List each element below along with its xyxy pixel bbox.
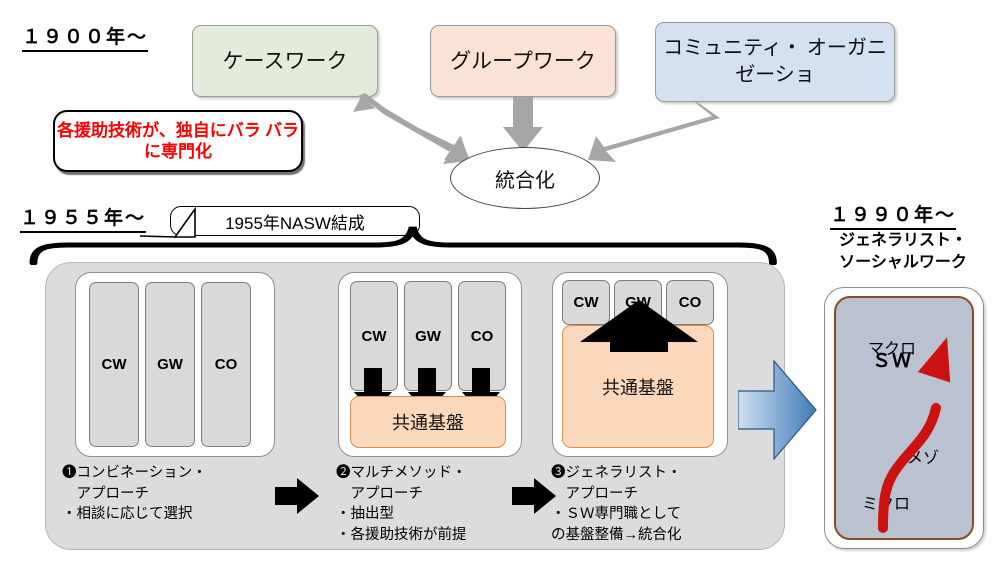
arrow-groupwork (503, 97, 543, 152)
stage-3-caption: ❸ジェネラリスト・ アプローチ ・ＳＷ専門職として の基盤整備→統合化 (551, 465, 682, 543)
stage-3-common-base: 共通基盤 (562, 325, 714, 448)
scale-label-micro: ミクロ (862, 496, 911, 513)
stage-1-chip-cw: CW (89, 282, 139, 447)
era-label-1990: １９９０年～ (830, 200, 957, 230)
stage-3-chip-cw: CW (562, 280, 610, 325)
era-label-1955: １９５５年～ (20, 203, 147, 233)
stage-1-chip-co: CO (201, 282, 251, 447)
stage-1-chip-gw: GW (145, 282, 195, 447)
stage-3-chip-gw: GW (614, 280, 662, 325)
red-note-callout: 各援助技術が、独自にバラ バラに専門化 (53, 110, 303, 172)
integration-ellipse: 統合化 (450, 147, 600, 209)
stage-2-chip-cw: CW (350, 281, 398, 391)
stage-3-chip-co: CO (666, 280, 714, 325)
stage-1-caption: ❶コンビネーション・ アプローチ ・相談に応じて選択 (62, 465, 207, 523)
stage-2-common-base: 共通基盤 (350, 396, 506, 448)
method-box-community-organization[interactable]: コミュニティ・ オーガニゼーショ (655, 22, 895, 102)
generalist-title: ジェネラリスト・ ソーシャルワーク (838, 232, 967, 272)
scale-label-mezzo: メゾ (907, 450, 940, 467)
stage-2-caption: ❷マルチメソッド・ アプローチ ・抽出型 ・各援助技術が前提 (336, 465, 467, 543)
nasw-callout: 1955年NASW結成 (170, 206, 420, 236)
method-box-casework[interactable]: ケースワーク (192, 25, 378, 97)
stage-2-chip-gw: GW (404, 281, 452, 391)
sw-label: ＳＷ (872, 351, 913, 372)
method-box-groupwork[interactable]: グループワーク (430, 25, 616, 97)
era-label-1900: １９００年～ (22, 22, 149, 52)
stage-2-chip-co: CO (458, 281, 506, 391)
